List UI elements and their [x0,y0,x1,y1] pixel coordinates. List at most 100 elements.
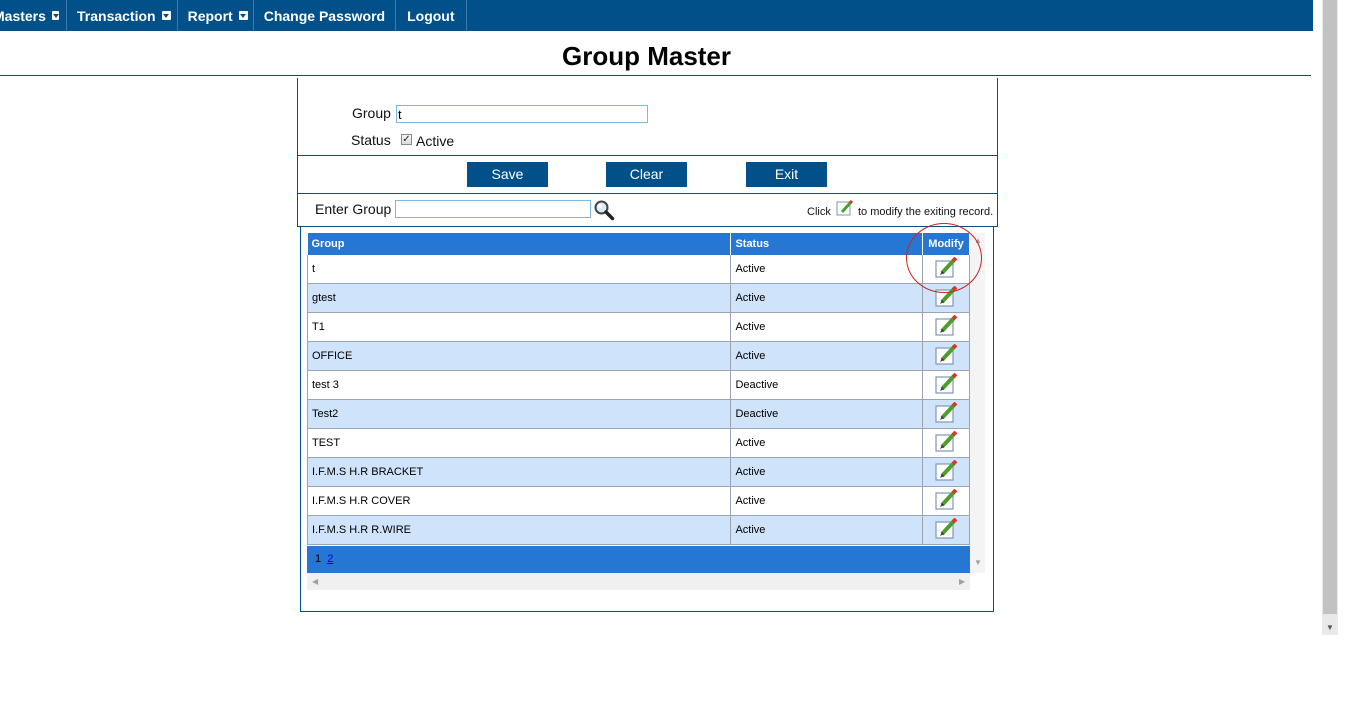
group-form-panel: Group Status ✓ Active Save Clear Exit En… [297,78,998,227]
top-nav-bar: Masters Transaction Report Change Passwo… [0,0,1313,31]
table-row: OFFICE Active [307,341,970,371]
column-header-status: Status [730,233,924,255]
status-cell: Active [730,255,924,284]
browser-scroll-thumb[interactable] [1323,0,1337,614]
pager-current-page: 1 [315,553,322,565]
nav-masters[interactable]: Masters [0,0,67,31]
modify-cell[interactable] [922,457,970,487]
group-cell: gtest [307,283,732,313]
table-row: t Active [307,255,970,284]
clear-button[interactable]: Clear [606,162,687,187]
table-row: T1 Active [307,312,970,342]
group-cell: OFFICE [307,341,732,371]
table-row: test 3 Deactive [307,370,970,400]
browser-scroll-down-arrow-icon[interactable]: ▼ [1326,624,1334,632]
status-label: Status [351,132,391,148]
save-button[interactable]: Save [467,162,548,187]
page-title: Group Master [561,41,732,71]
chevron-down-icon [238,11,248,20]
active-checkbox-label: Active [416,133,455,149]
scroll-up-arrow-icon[interactable]: ▲ [974,237,982,245]
horizontal-scrollbar[interactable]: ◀ ▶ [307,573,970,590]
nav-transaction[interactable]: Transaction [67,0,178,31]
scroll-down-arrow-icon[interactable]: ▼ [974,559,982,567]
nav-report-label: Report [187,7,233,24]
edit-pencil-icon[interactable] [934,256,958,279]
nav-change-password[interactable]: Change Password [254,0,397,31]
active-checkbox[interactable]: ✓ [401,134,412,145]
results-grid-container: Group Status Modify t Active gtest Active T1… [307,233,985,590]
column-header-group: Group [307,233,732,255]
scroll-left-arrow-icon[interactable]: ◀ [312,578,318,586]
status-cell: Active [730,428,924,458]
modify-cell[interactable] [922,515,970,545]
chevron-down-icon [161,11,171,20]
form-divider [298,193,997,194]
group-cell: T1 [307,312,732,342]
pager-page-2-link[interactable]: 2 [327,553,333,565]
hint-modify-text: to modify the exiting record. [858,206,994,218]
title-divider [0,75,1311,76]
nav-logout[interactable]: Logout [396,0,467,31]
table-body: t Active gtest Active T1 Active OFFICE Active te… [307,255,970,545]
scroll-right-arrow-icon[interactable]: ▶ [959,578,965,586]
edit-pencil-icon[interactable] [934,285,958,308]
results-table: Group Status Modify t Active gtest Active T1… [307,233,970,545]
browser-vertical-scrollbar[interactable]: ▼ [1322,0,1338,635]
status-cell: Active [730,312,924,342]
edit-pencil-icon[interactable] [934,488,958,511]
status-cell: Active [730,457,924,487]
modify-cell[interactable] [922,428,970,458]
nav-change-password-label: Change Password [263,7,386,24]
table-row: I.F.M.S H.R R.WIRE Active [307,515,970,545]
group-cell: test 3 [307,370,732,400]
nav-logout-label: Logout [407,7,455,24]
group-cell: t [307,255,732,284]
pagination-bar: 1 2 [307,546,970,573]
status-cell: Active [730,341,924,371]
nav-masters-label: Masters [0,7,46,24]
table-row: I.F.M.S H.R COVER Active [307,486,970,516]
table-row: gtest Active [307,283,970,313]
modify-cell[interactable] [922,370,970,400]
group-cell: I.F.M.S H.R COVER [307,486,732,516]
modify-cell[interactable] [922,283,970,313]
hint-click-text: Click [807,206,831,218]
grid-vertical-scrollbar[interactable]: ▲ ▼ [970,233,985,573]
group-cell: I.F.M.S H.R R.WIRE [307,515,732,545]
nav-report[interactable]: Report [178,0,254,31]
search-icon[interactable] [593,199,615,221]
edit-pencil-icon[interactable] [934,430,958,453]
status-cell: Deactive [730,399,924,429]
status-cell: Active [730,515,924,545]
nav-transaction-label: Transaction [77,7,156,24]
edit-pencil-icon[interactable] [934,459,958,482]
table-row: I.F.M.S H.R BRACKET Active [307,457,970,487]
modify-cell[interactable] [922,312,970,342]
chevron-down-icon [51,11,59,20]
status-cell: Active [730,486,924,516]
modify-cell[interactable] [922,486,970,516]
column-header-modify: Modify [922,233,970,255]
edit-pencil-icon[interactable] [934,314,958,337]
table-header-row: Group Status Modify [307,233,970,255]
group-input[interactable] [396,105,648,123]
modify-cell[interactable] [922,399,970,429]
modify-cell[interactable] [922,341,970,371]
modify-cell[interactable] [922,255,970,284]
table-row: Test2 Deactive [307,399,970,429]
status-cell: Active [730,283,924,313]
group-cell: Test2 [307,399,732,429]
form-divider [298,155,997,156]
group-cell: TEST [307,428,732,458]
edit-pencil-icon [836,200,854,216]
group-label: Group [352,105,391,121]
edit-pencil-icon[interactable] [934,372,958,395]
exit-button[interactable]: Exit [746,162,827,187]
edit-pencil-icon[interactable] [934,401,958,424]
table-row: TEST Active [307,428,970,458]
group-cell: I.F.M.S H.R BRACKET [307,457,732,487]
edit-pencil-icon[interactable] [934,343,958,366]
edit-pencil-icon[interactable] [934,517,958,540]
group-search-input[interactable] [395,200,591,218]
